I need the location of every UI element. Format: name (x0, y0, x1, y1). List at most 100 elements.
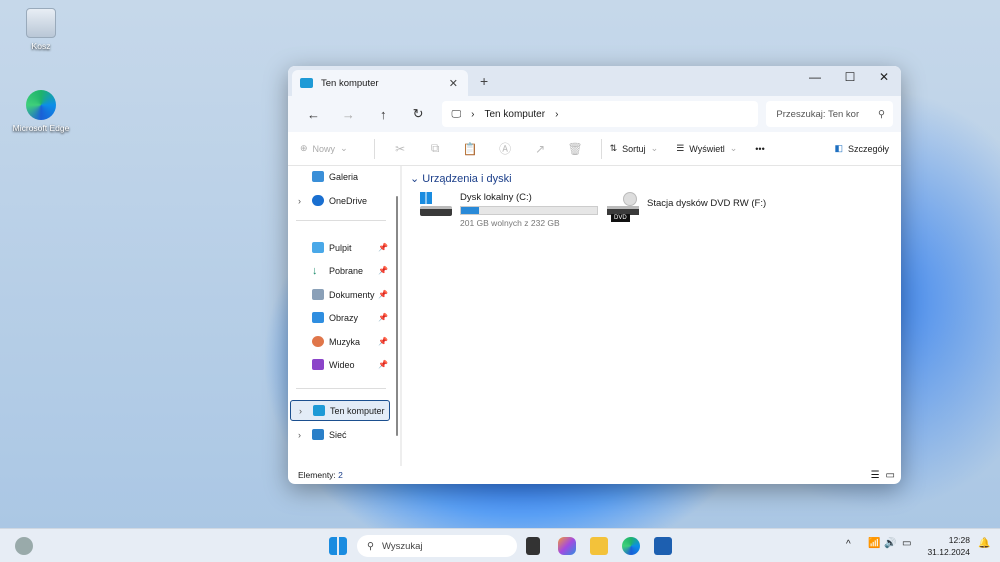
chevron-right-icon[interactable]: › (298, 430, 301, 440)
minimize-button[interactable]: — (798, 70, 832, 84)
widgets-icon[interactable] (15, 537, 33, 555)
chevron-up-icon[interactable]: ^ (846, 539, 851, 550)
rename-icon[interactable]: Ⓐ (488, 140, 523, 157)
chevron-right-icon[interactable]: › (299, 406, 302, 416)
documents-icon (312, 289, 324, 300)
plus-circle-icon: ⊕ (300, 143, 308, 153)
sidebar-scrollbar[interactable] (396, 196, 398, 436)
notification-icon[interactable]: 🔔 (978, 538, 990, 549)
sidebar-item-pobrane[interactable]: ↓ Pobrane 📌 (290, 260, 390, 281)
file-explorer-window: Ten komputer ✕ + — ☐ ✕ ← → ↑ ↻ 🖵 › Ten ko… (288, 66, 901, 484)
copilot-icon[interactable] (558, 537, 576, 555)
chevron-right-icon: › (471, 108, 475, 120)
navigation-pane: Galeria › OneDrive Pulpit 📌 ↓ Pobrane 📌 Doku… (288, 166, 400, 466)
desktop-icon (312, 242, 324, 253)
taskbar-search[interactable]: ⚲ Wyszukaj (357, 535, 517, 557)
wifi-icon[interactable]: 📶 (868, 538, 880, 549)
sort-icon: ⇅ (609, 143, 618, 153)
sidebar-item-galeria[interactable]: Galeria (290, 166, 390, 187)
windows-drive-icon (420, 192, 452, 220)
pin-icon[interactable]: 📌 (378, 243, 388, 252)
new-tab-button[interactable]: + (480, 73, 488, 89)
pin-icon[interactable]: 📌 (378, 290, 388, 299)
tiles-view-icon[interactable]: ▭ (886, 470, 895, 481)
start-button[interactable] (329, 537, 347, 555)
pin-icon[interactable]: 📌 (378, 360, 388, 369)
edge-icon[interactable] (622, 537, 640, 555)
refresh-icon[interactable]: ↻ (401, 106, 436, 122)
close-tab-icon[interactable]: ✕ (449, 77, 458, 90)
sidebar-item-onedrive[interactable]: › OneDrive (290, 190, 390, 211)
copy-icon[interactable]: ⧉ (418, 141, 453, 156)
sidebar-item-dokumenty[interactable]: Dokumenty 📌 (290, 284, 390, 305)
address-bar[interactable]: 🖵 › Ten komputer › (441, 101, 759, 127)
divider (296, 388, 386, 389)
battery-icon[interactable]: ▭ (902, 538, 911, 549)
paste-icon[interactable]: 📋 (453, 142, 488, 156)
close-button[interactable]: ✕ (867, 70, 901, 84)
content-pane: ⌄ Urządzenia i dyski Dysk lokalny (C:) 2… (404, 166, 901, 466)
sort-button[interactable]: ⇅ Sortuj ⌄ (610, 143, 659, 154)
more-button[interactable]: ••• (755, 144, 764, 154)
search-input[interactable]: Przeszukaj: Ten kor ⚲ (766, 101, 893, 127)
recycle-bin-icon (26, 8, 56, 38)
view-icon: ☰ (676, 143, 685, 153)
dvd-drive-icon: DVD (607, 192, 639, 224)
back-icon[interactable]: ← (296, 107, 331, 122)
clock[interactable]: 12:28 31.12.2024 (920, 534, 970, 558)
edge-icon (26, 90, 56, 120)
computer-icon (313, 405, 325, 416)
download-icon: ↓ (312, 265, 318, 277)
details-button[interactable]: ◧ Szczegóły (834, 143, 889, 154)
status-bar: Elementy: 2 ☰ ▭ (298, 469, 895, 481)
forward-icon[interactable]: → (331, 107, 366, 122)
music-icon (312, 336, 324, 347)
maximize-button[interactable]: ☐ (833, 70, 867, 84)
tab-ten-komputer[interactable]: Ten komputer ✕ (292, 70, 468, 96)
breadcrumb[interactable]: Ten komputer (484, 109, 545, 120)
sidebar-item-muzyka[interactable]: Muzyka 📌 (290, 331, 390, 352)
group-header[interactable]: ⌄ Urządzenia i dyski (410, 172, 512, 185)
search-icon: ⚲ (367, 540, 374, 552)
sidebar-item-pulpit[interactable]: Pulpit 📌 (290, 237, 390, 258)
drive-c[interactable]: Dysk lokalny (C:) 201 GB wolnych z 232 G… (420, 192, 598, 228)
video-icon (312, 359, 324, 370)
monitor-icon: 🖵 (451, 108, 462, 120)
sidebar-item-obrazy[interactable]: Obrazy 📌 (290, 307, 390, 328)
pin-icon[interactable]: 📌 (378, 313, 388, 322)
pictures-icon (312, 312, 324, 323)
file-explorer-icon[interactable] (590, 537, 608, 555)
cloud-icon (312, 195, 324, 206)
divider (373, 138, 375, 159)
view-button[interactable]: ☰ Wyświetl ⌄ (676, 143, 737, 154)
chevron-right-icon[interactable]: › (555, 109, 558, 120)
pane-splitter (400, 166, 402, 466)
store-icon[interactable] (654, 537, 672, 555)
details-view-icon[interactable]: ☰ (871, 470, 880, 481)
desktop-icon-edge[interactable]: Microsoft Edge (6, 90, 76, 133)
sidebar-item-ten-komputer[interactable]: › Ten komputer (290, 400, 390, 421)
sidebar-item-siec[interactable]: › Sieć (290, 424, 390, 445)
up-icon[interactable]: ↑ (366, 107, 401, 122)
usage-bar (460, 206, 598, 215)
new-button[interactable]: ⊕ Nowy ⌄ (300, 143, 348, 154)
volume-icon[interactable]: 🔊 (884, 538, 896, 549)
delete-icon[interactable]: 🗑 (558, 142, 593, 156)
cut-icon[interactable]: ✂ (383, 142, 418, 156)
pin-icon[interactable]: 📌 (378, 337, 388, 346)
divider (296, 220, 386, 221)
pin-icon[interactable]: 📌 (378, 266, 388, 275)
share-icon[interactable]: ↗ (523, 142, 558, 156)
taskbar: ⚲ Wyszukaj ^ 📶 🔊 ▭ 12:28 31.12.2024 🔔 (0, 528, 1000, 562)
drive-dvd[interactable]: DVD Stacja dysków DVD RW (F:) (607, 192, 766, 224)
search-icon: ⚲ (878, 108, 885, 120)
chevron-right-icon[interactable]: › (298, 196, 301, 206)
computer-icon (300, 78, 313, 88)
gallery-icon (312, 171, 324, 182)
sidebar-item-wideo[interactable]: Wideo 📌 (290, 354, 390, 375)
desktop-icon-recycle-bin[interactable]: Kosz (6, 8, 76, 51)
divider (600, 138, 602, 159)
network-icon (312, 429, 324, 440)
task-view-icon[interactable] (526, 537, 540, 555)
details-pane-icon: ◧ (834, 143, 843, 153)
